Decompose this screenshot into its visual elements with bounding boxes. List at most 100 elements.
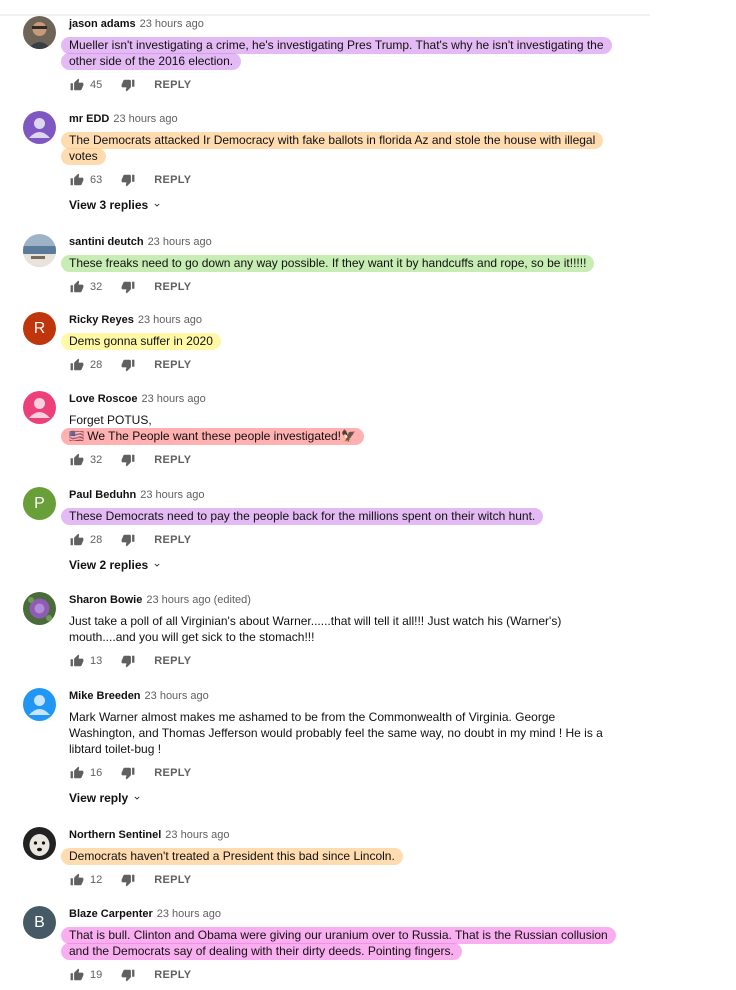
author-name[interactable]: mr EDD — [69, 113, 109, 125]
dislike-button[interactable] — [120, 765, 136, 781]
comments-page: jason adams 23 hours ago Mueller isn't in… — [0, 0, 736, 990]
reply-button[interactable]: REPLY — [154, 281, 191, 293]
reply-button[interactable]: REPLY — [154, 969, 191, 981]
thumbs-down-icon — [121, 874, 135, 887]
avatar[interactable] — [23, 16, 56, 49]
reply-button[interactable]: REPLY — [154, 767, 191, 779]
avatar[interactable]: B — [23, 906, 56, 939]
timestamp[interactable]: 23 hours ago — [138, 314, 202, 326]
comment-header: Sharon Bowie 23 hours ago (edited) — [69, 593, 666, 607]
like-button[interactable] — [69, 279, 85, 295]
avatar[interactable] — [23, 688, 56, 721]
avatar[interactable] — [23, 111, 56, 144]
reply-button[interactable]: REPLY — [154, 174, 191, 186]
reply-button[interactable]: REPLY — [154, 534, 191, 546]
highlighted-text: The Democrats attacked Ir Democracy with… — [61, 132, 604, 149]
like-button[interactable] — [69, 967, 85, 983]
comment-line: Washington, and Thomas Jefferson would p… — [69, 726, 603, 740]
avatar[interactable] — [23, 234, 56, 267]
like-button[interactable] — [69, 77, 85, 93]
comment-text: Mark Warner almost makes me ashamed to b… — [69, 709, 666, 757]
dislike-button[interactable] — [120, 77, 136, 93]
like-button[interactable] — [69, 653, 85, 669]
view-replies-label: View 3 replies — [69, 198, 149, 212]
author-name[interactable]: Paul Beduhn — [69, 489, 136, 501]
chevron-down-icon — [154, 203, 160, 207]
avatar[interactable] — [23, 827, 56, 860]
view-replies-button[interactable]: View reply — [69, 791, 142, 805]
timestamp[interactable]: 23 hours ago — [113, 113, 177, 125]
reply-button[interactable]: REPLY — [154, 874, 191, 886]
timestamp[interactable]: 23 hours ago — [140, 18, 204, 30]
dislike-button[interactable] — [120, 279, 136, 295]
like-button[interactable] — [69, 452, 85, 468]
like-button[interactable] — [69, 532, 85, 548]
dislike-button[interactable] — [120, 967, 136, 983]
author-name[interactable]: Ricky Reyes — [69, 314, 134, 326]
comment-header: Love Roscoe 23 hours ago — [69, 392, 666, 406]
thumbs-up-icon — [70, 280, 84, 293]
view-replies-label: View 2 replies — [69, 558, 149, 572]
comment-actions: 45 REPLY — [69, 77, 666, 93]
like-button[interactable] — [69, 765, 85, 781]
timestamp[interactable]: 23 hours ago — [157, 908, 221, 920]
comment-actions: 28 REPLY — [69, 532, 666, 548]
avatar[interactable]: R — [23, 312, 56, 345]
man-photo-icon — [23, 16, 56, 49]
dislike-button[interactable] — [120, 172, 136, 188]
timestamp[interactable]: 23 hours ago — [165, 829, 229, 841]
like-button[interactable] — [69, 872, 85, 888]
thumbs-up-icon — [70, 173, 84, 186]
timestamp[interactable]: 23 hours ago — [145, 690, 209, 702]
comment-header: Mike Breeden 23 hours ago — [69, 689, 666, 703]
divider — [0, 14, 650, 16]
dislike-button[interactable] — [120, 532, 136, 548]
default-person-icon — [29, 695, 50, 715]
thumbs-down-icon — [121, 174, 135, 187]
landscape-photo-icon — [23, 234, 56, 267]
thumbs-up-icon — [70, 654, 84, 667]
dislike-button[interactable] — [120, 452, 136, 468]
reply-button[interactable]: REPLY — [154, 655, 191, 667]
avatar[interactable] — [23, 592, 56, 625]
dislike-button[interactable] — [120, 872, 136, 888]
thumbs-down-icon — [121, 655, 135, 668]
dislike-button[interactable] — [120, 357, 136, 373]
timestamp[interactable]: 23 hours ago — [148, 236, 212, 248]
highlighted-text: Mueller isn't investigating a crime, he'… — [61, 37, 612, 54]
thumbs-down-icon — [121, 281, 135, 294]
highlighted-text: That is bull. Clinton and Obama were giv… — [61, 927, 616, 944]
view-replies-button[interactable]: View 2 replies — [69, 558, 162, 572]
author-name[interactable]: jason adams — [69, 18, 136, 30]
comment-text: Forget POTUS, 🇺🇸 We The People want thes… — [61, 412, 666, 445]
comment-header: jason adams 23 hours ago — [69, 17, 666, 31]
thumbs-up-icon — [70, 968, 84, 981]
author-name[interactable]: Blaze Carpenter — [69, 908, 153, 920]
author-name[interactable]: Mike Breeden — [69, 690, 141, 702]
dislike-button[interactable] — [120, 653, 136, 669]
author-name[interactable]: Love Roscoe — [69, 393, 137, 405]
timestamp[interactable]: 23 hours ago (edited) — [146, 594, 251, 606]
avatar[interactable] — [23, 391, 56, 424]
comment-actions: 13 REPLY — [69, 653, 666, 669]
like-count: 12 — [90, 874, 103, 886]
view-replies-button[interactable]: View 3 replies — [69, 198, 162, 212]
reply-button[interactable]: REPLY — [154, 359, 191, 371]
author-name[interactable]: Sharon Bowie — [69, 594, 142, 606]
comment-actions: 32 REPLY — [69, 452, 666, 468]
comment-actions: 16 REPLY — [69, 765, 666, 781]
like-count: 32 — [90, 454, 103, 466]
author-name[interactable]: Northern Sentinel — [69, 829, 161, 841]
dog-photo-icon — [23, 827, 56, 860]
timestamp[interactable]: 23 hours ago — [140, 489, 204, 501]
thumbs-up-icon — [70, 766, 84, 779]
like-button[interactable] — [69, 357, 85, 373]
reply-button[interactable]: REPLY — [154, 454, 191, 466]
avatar[interactable]: P — [23, 487, 56, 520]
reply-button[interactable]: REPLY — [154, 79, 191, 91]
thumbs-down-icon — [121, 969, 135, 982]
like-button[interactable] — [69, 172, 85, 188]
highlighted-text: other side of the 2016 election. — [61, 53, 242, 70]
timestamp[interactable]: 23 hours ago — [141, 393, 205, 405]
author-name[interactable]: santini deutch — [69, 236, 144, 248]
